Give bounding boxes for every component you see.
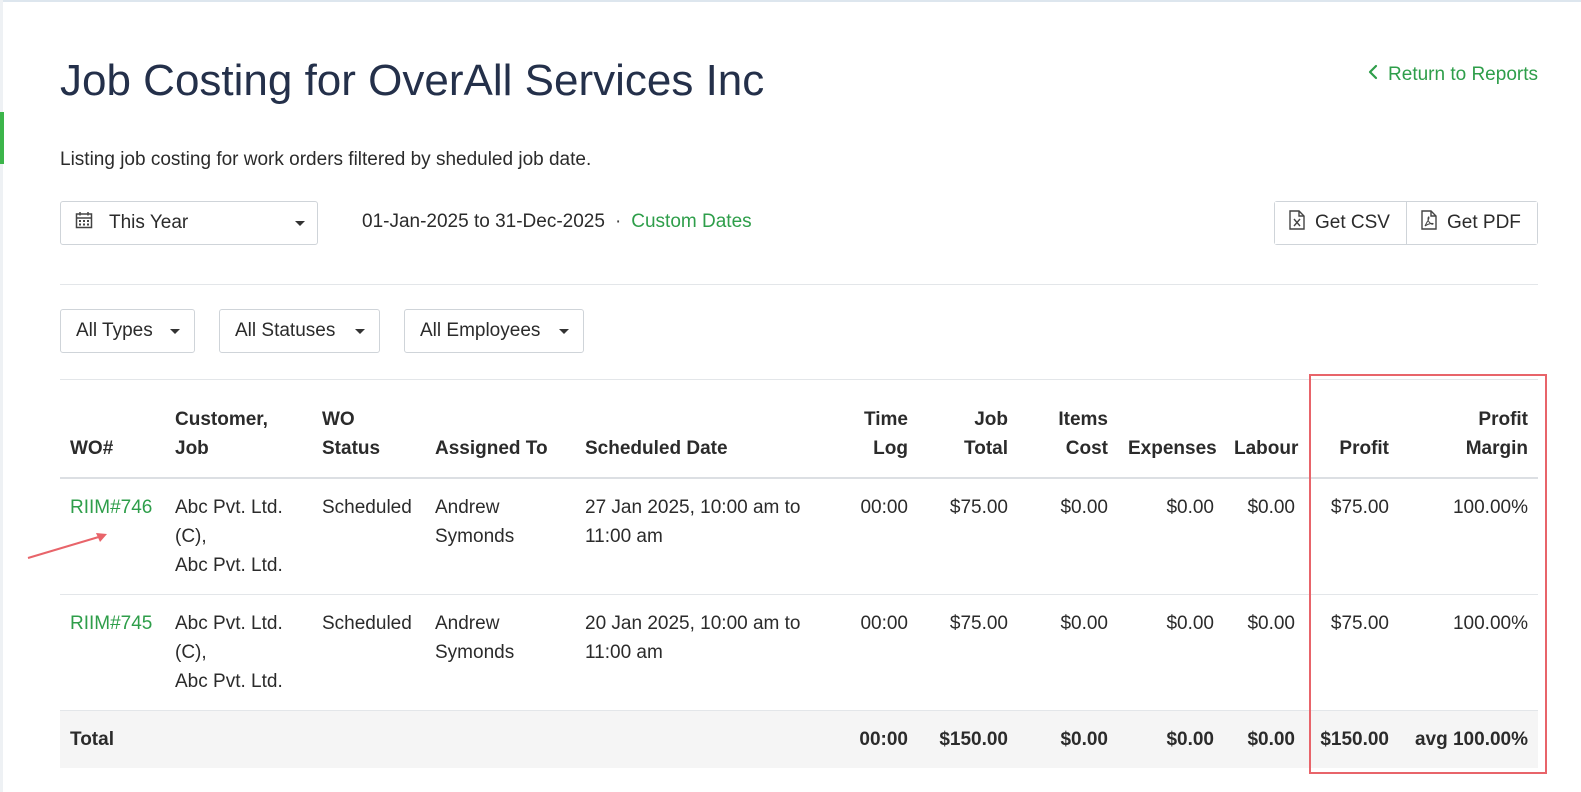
column-header-profit: Profit bbox=[1305, 405, 1399, 479]
work-order-link[interactable]: RIIM#745 bbox=[70, 613, 152, 634]
annotation-arrow bbox=[27, 533, 107, 559]
date-range-text: 01-Jan-2025 to 31-Dec-2025 bbox=[362, 211, 605, 232]
column-header-job-total: Job Total bbox=[918, 405, 1018, 479]
table-row: RIIM#746 Abc Pvt. Ltd. (C), Abc Pvt. Ltd.… bbox=[60, 478, 1538, 595]
total-labour: $0.00 bbox=[1224, 710, 1305, 768]
profit-cell: $75.00 bbox=[1305, 594, 1399, 711]
page-title: Job Costing for OverAll Services Inc bbox=[60, 56, 765, 105]
job-costing-table: WO# Customer, Job WO Status Assigned To Sc… bbox=[60, 405, 1538, 768]
assigned-to-cell: Andrew Symonds bbox=[425, 478, 575, 595]
employee-filter-dropdown[interactable]: All Employees bbox=[404, 309, 584, 353]
column-header-scheduled-date: Scheduled Date bbox=[575, 405, 839, 479]
separator-dot: · bbox=[614, 211, 622, 232]
top-border bbox=[0, 0, 1581, 2]
type-filter-value: All Types bbox=[76, 320, 153, 341]
total-row: Total 00:00 $150.00 $0.00 $0.00 $0.00 $1… bbox=[60, 710, 1538, 768]
date-range-display: 01-Jan-2025 to 31-Dec-2025 · Custom Dates bbox=[362, 211, 752, 233]
column-header-wo-status: WO Status bbox=[312, 405, 425, 479]
type-filter-dropdown[interactable]: All Types bbox=[60, 309, 195, 353]
return-to-reports-label: Return to Reports bbox=[1388, 64, 1538, 85]
column-header-profit-margin: Profit Margin bbox=[1399, 405, 1538, 479]
caret-down-icon bbox=[295, 221, 305, 226]
get-pdf-label: Get PDF bbox=[1447, 212, 1521, 233]
return-to-reports-link[interactable]: Return to Reports bbox=[1368, 64, 1538, 86]
profit-margin-cell: 100.00% bbox=[1399, 594, 1538, 711]
job-total-cell: $75.00 bbox=[918, 478, 1018, 595]
total-job-total: $150.00 bbox=[918, 710, 1018, 768]
caret-down-icon bbox=[355, 329, 365, 334]
get-csv-button[interactable]: Get CSV bbox=[1275, 202, 1407, 244]
column-header-expenses: Expenses bbox=[1118, 405, 1224, 479]
total-expenses: $0.00 bbox=[1118, 710, 1224, 768]
caret-down-icon bbox=[559, 329, 569, 334]
work-order-link[interactable]: RIIM#746 bbox=[70, 497, 152, 518]
items-cost-cell: $0.00 bbox=[1018, 594, 1118, 711]
job-total-cell: $75.00 bbox=[918, 594, 1018, 711]
pdf-file-icon bbox=[1421, 210, 1437, 236]
section-divider bbox=[60, 284, 1538, 285]
column-header-labour: Labour bbox=[1224, 405, 1305, 479]
status-filter-value: All Statuses bbox=[235, 320, 336, 341]
total-time-log: 00:00 bbox=[839, 710, 918, 768]
time-log-cell: 00:00 bbox=[839, 594, 918, 711]
total-profit: $150.00 bbox=[1305, 710, 1399, 768]
column-header-items-cost: Items Cost bbox=[1018, 405, 1118, 479]
employee-filter-value: All Employees bbox=[420, 320, 541, 341]
active-nav-indicator bbox=[0, 112, 4, 164]
table-row: RIIM#745 Abc Pvt. Ltd. (C), Abc Pvt. Ltd.… bbox=[60, 594, 1538, 711]
scheduled-date-cell: 27 Jan 2025, 10:00 am to 11:00 am bbox=[575, 478, 839, 595]
labour-cell: $0.00 bbox=[1224, 478, 1305, 595]
scheduled-date-cell: 20 Jan 2025, 10:00 am to 11:00 am bbox=[575, 594, 839, 711]
customer-job-cell: Abc Pvt. Ltd. (C), Abc Pvt. Ltd. bbox=[165, 594, 312, 711]
column-header-customer-job: Customer, Job bbox=[165, 405, 312, 479]
customer-job-cell: Abc Pvt. Ltd. (C), Abc Pvt. Ltd. bbox=[165, 478, 312, 595]
wo-status-cell: Scheduled bbox=[312, 594, 425, 711]
calendar-icon bbox=[75, 211, 93, 235]
get-csv-label: Get CSV bbox=[1315, 212, 1390, 233]
column-header-assigned-to: Assigned To bbox=[425, 405, 575, 479]
items-cost-cell: $0.00 bbox=[1018, 478, 1118, 595]
chevron-left-icon bbox=[1368, 64, 1378, 86]
expenses-cell: $0.00 bbox=[1118, 594, 1224, 711]
custom-dates-link[interactable]: Custom Dates bbox=[631, 211, 751, 232]
column-header-time-log: Time Log bbox=[839, 405, 918, 479]
profit-cell: $75.00 bbox=[1305, 478, 1399, 595]
total-profit-margin: avg 100.00% bbox=[1399, 710, 1538, 768]
caret-down-icon bbox=[170, 329, 180, 334]
time-log-cell: 00:00 bbox=[839, 478, 918, 595]
assigned-to-cell: Andrew Symonds bbox=[425, 594, 575, 711]
section-divider bbox=[60, 379, 1538, 380]
labour-cell: $0.00 bbox=[1224, 594, 1305, 711]
csv-file-icon bbox=[1289, 210, 1305, 236]
status-filter-dropdown[interactable]: All Statuses bbox=[219, 309, 380, 353]
period-dropdown-value: This Year bbox=[109, 212, 189, 233]
page-subtitle: Listing job costing for work orders filt… bbox=[60, 149, 592, 170]
total-label: Total bbox=[60, 710, 839, 768]
profit-margin-cell: 100.00% bbox=[1399, 478, 1538, 595]
total-items-cost: $0.00 bbox=[1018, 710, 1118, 768]
export-button-group: Get CSV Get PDF bbox=[1274, 201, 1538, 245]
expenses-cell: $0.00 bbox=[1118, 478, 1224, 595]
period-dropdown[interactable]: This Year bbox=[60, 201, 318, 245]
column-header-wo: WO# bbox=[60, 405, 165, 479]
table-header-row: WO# Customer, Job WO Status Assigned To Sc… bbox=[60, 405, 1538, 479]
get-pdf-button[interactable]: Get PDF bbox=[1407, 202, 1537, 244]
wo-status-cell: Scheduled bbox=[312, 478, 425, 595]
